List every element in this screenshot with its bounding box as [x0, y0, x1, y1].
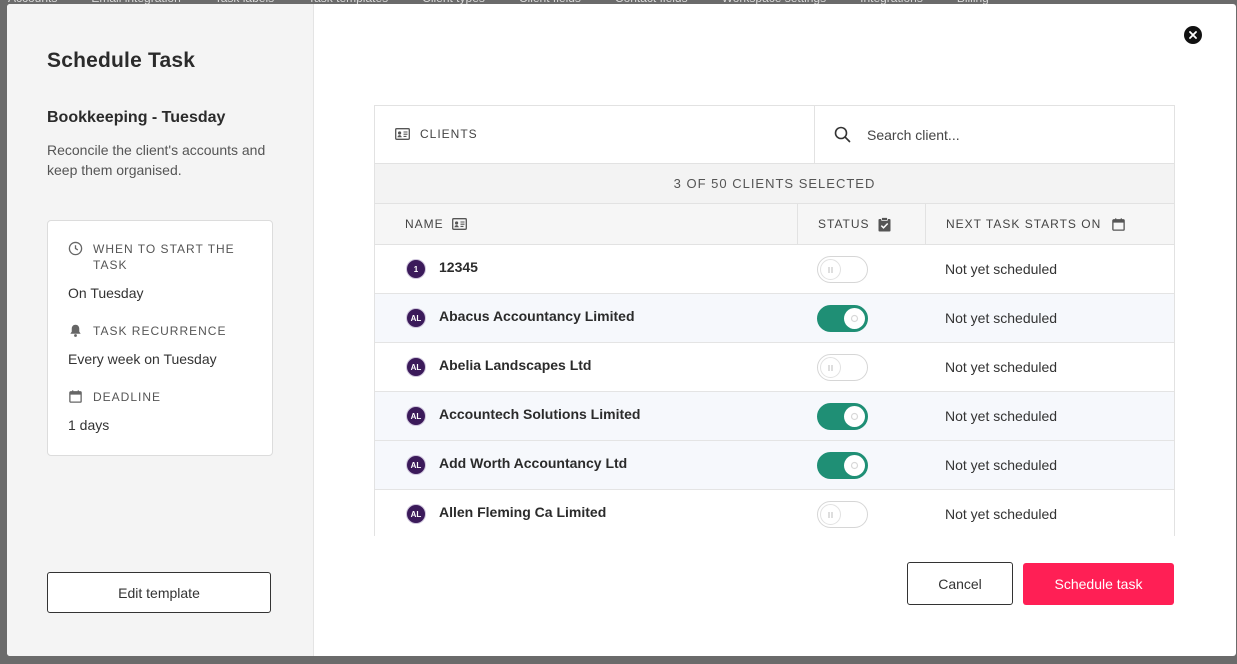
client-rows: 1 12345 Not yet scheduled AL Abacus Acco…	[375, 245, 1174, 536]
table-row: AL Accountech Solutions Limited Not yet …	[375, 392, 1174, 441]
deadline-label: DEADLINE	[68, 389, 248, 405]
table-row: AL Allen Fleming Ca Limited Not yet sche…	[375, 490, 1174, 536]
status-toggle[interactable]	[817, 256, 868, 283]
clients-table: CLIENTS 3 OF 50 CLIENTS SELECTED NAME ST…	[374, 105, 1175, 536]
calendar-icon	[68, 389, 83, 408]
status-toggle[interactable]	[817, 305, 868, 332]
start-value: On Tuesday	[68, 285, 144, 301]
task-description: Reconcile the client's accounts and keep…	[47, 142, 266, 178]
status-toggle[interactable]	[817, 501, 868, 528]
column-status[interactable]: STATUS	[797, 204, 891, 244]
client-name: Abelia Landscapes Ltd	[439, 357, 592, 373]
id-card-icon	[451, 218, 467, 230]
toggle-knob	[844, 308, 865, 329]
status-toggle[interactable]	[817, 452, 868, 479]
client-name: Accountech Solutions Limited	[439, 406, 641, 422]
next-task-date: Not yet scheduled	[945, 506, 1058, 522]
clients-toolbar: CLIENTS	[375, 106, 1174, 164]
search-input[interactable]	[865, 123, 1149, 147]
calendar-icon	[1112, 217, 1126, 231]
toggle-knob	[820, 504, 841, 525]
table-header: NAME STATUS NEXT TASK STARTS ON	[375, 204, 1174, 245]
deadline-value: 1 days	[68, 417, 110, 433]
avatar: AL	[406, 308, 426, 328]
clients-header: CLIENTS	[375, 106, 815, 163]
client-name: Add Worth Accountancy Ltd	[439, 455, 628, 471]
clients-label: CLIENTS	[420, 127, 478, 141]
client-name: Allen Fleming Ca Limited	[439, 504, 607, 520]
modal-title: Schedule Task	[47, 49, 196, 72]
toggle-knob	[844, 455, 865, 476]
next-task-date: Not yet scheduled	[945, 310, 1058, 326]
table-row: AL Abacus Accountancy Limited Not yet sc…	[375, 294, 1174, 343]
table-row: 1 12345 Not yet scheduled	[375, 245, 1174, 294]
client-name: 12345	[439, 259, 478, 275]
schedule-task-modal: Schedule Task Bookkeeping - Tuesday Reco…	[7, 4, 1236, 656]
avatar: AL	[406, 357, 426, 377]
client-name: Abacus Accountancy Limited	[439, 308, 635, 324]
id-card-icon	[395, 127, 410, 145]
table-row: AL Add Worth Accountancy Ltd Not yet sch…	[375, 441, 1174, 490]
status-toggle[interactable]	[817, 354, 868, 381]
start-label: WHEN TO START THE TASK	[68, 241, 248, 273]
column-name[interactable]: NAME	[405, 204, 467, 244]
recurrence-value: Every week on Tuesday	[68, 351, 217, 367]
next-task-date: Not yet scheduled	[945, 457, 1058, 473]
bell-icon	[68, 323, 83, 342]
table-row: AL Abelia Landscapes Ltd Not yet schedul…	[375, 343, 1174, 392]
recurrence-label: TASK RECURRENCE	[68, 323, 248, 339]
toggle-knob	[820, 357, 841, 378]
next-task-date: Not yet scheduled	[945, 408, 1058, 424]
avatar: AL	[406, 406, 426, 426]
toggle-knob	[844, 406, 865, 427]
search-icon	[834, 126, 851, 148]
toggle-knob	[820, 259, 841, 280]
status-toggle[interactable]	[817, 403, 868, 430]
avatar: AL	[406, 504, 426, 524]
task-info-card: WHEN TO START THE TASK On Tuesday TASK R…	[47, 220, 273, 456]
schedule-task-button[interactable]: Schedule task	[1023, 563, 1174, 605]
avatar: 1	[406, 259, 426, 279]
clipboard-check-icon	[878, 216, 891, 231]
column-next-task[interactable]: NEXT TASK STARTS ON	[925, 204, 1126, 244]
avatar: AL	[406, 455, 426, 475]
close-icon[interactable]	[1184, 26, 1202, 44]
next-task-date: Not yet scheduled	[945, 359, 1058, 375]
edit-template-button[interactable]: Edit template	[47, 572, 271, 613]
clock-icon	[68, 241, 83, 260]
task-name: Bookkeeping - Tuesday	[47, 109, 226, 126]
sidebar: Schedule Task Bookkeeping - Tuesday Reco…	[7, 4, 314, 656]
cancel-button[interactable]: Cancel	[907, 562, 1013, 605]
selected-summary: 3 OF 50 CLIENTS SELECTED	[375, 164, 1174, 204]
next-task-date: Not yet scheduled	[945, 261, 1058, 277]
